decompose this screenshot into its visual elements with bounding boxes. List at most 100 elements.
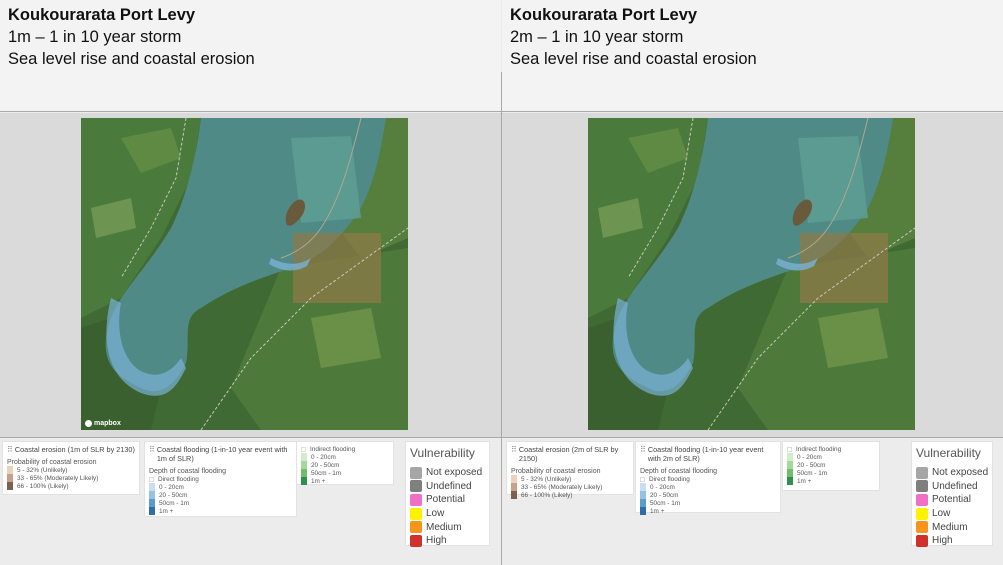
legend-swatch	[301, 469, 307, 477]
legend-swatch	[640, 491, 646, 499]
vulnerability-item: Low	[406, 507, 489, 521]
legend-item-label: 50cm - 1m	[159, 499, 190, 507]
legend-subtitle: Probability of coastal erosion	[511, 468, 601, 475]
map-view[interactable]: mapbox	[81, 118, 408, 430]
legend-item: 66 - 100% (Likely)	[511, 491, 629, 499]
legend-item: 20 - 50cm	[787, 461, 875, 469]
satellite-map	[588, 118, 915, 430]
vulnerability-item: High	[406, 534, 489, 548]
legend-subtitle: Probability of coastal erosion	[7, 459, 97, 466]
vulnerability-label: Medium	[932, 521, 968, 533]
vulnerability-item: Undefined	[912, 480, 992, 494]
satellite-map	[81, 118, 408, 430]
vulnerability-swatch	[410, 466, 422, 479]
drag-handle-icon[interactable]: ⠿	[149, 445, 155, 463]
legend-indirect-flooding: Indirect flooding 0 - 20cm 20 - 50cm 50cm …	[782, 441, 880, 491]
legend-title: Indirect flooding	[301, 445, 389, 453]
legend-swatch	[511, 475, 517, 483]
legend-swatch	[511, 491, 517, 499]
map-view[interactable]	[588, 118, 915, 430]
legend-item: 1m +	[787, 477, 875, 485]
legend-subtitle: Depth of coastal flooding	[149, 468, 227, 475]
legend-coastal-erosion: ⠿ Coastal erosion (2m of SLR by 2150) Pro…	[506, 441, 634, 499]
drag-handle-icon[interactable]: ⠿	[7, 445, 13, 454]
legend-swatch	[301, 453, 307, 461]
legend-swatch	[149, 483, 155, 491]
legend-swatch	[640, 507, 646, 515]
vulnerability-swatch	[916, 521, 928, 534]
legend-item-label: 20 - 50cm	[311, 461, 340, 469]
vulnerability-label: Medium	[426, 521, 462, 533]
vulnerability-swatch	[410, 521, 422, 534]
legend-item: 0 - 20cm	[301, 453, 389, 461]
scenario-description: Sea level rise and coastal erosion	[8, 50, 255, 68]
legend-coastal-flooding: ⠿ Coastal flooding (1-in-10 year event wi…	[144, 441, 297, 517]
legend-item-label: 5 - 32% (Unlikely)	[521, 475, 572, 483]
legend-swatch	[787, 469, 793, 477]
legend-coastal-erosion: ⠿ Coastal erosion (1m of SLR by 2130) Pro…	[2, 441, 140, 495]
mapbox-attribution[interactable]: mapbox	[85, 420, 121, 427]
legend-item-label: 1m +	[311, 477, 326, 485]
scenario-line: 1m – 1 in 10 year storm	[8, 28, 182, 46]
legend-swatch	[511, 483, 517, 491]
legend-item-label: 1m +	[650, 507, 665, 515]
vulnerability-label: Not exposed	[426, 467, 483, 479]
legend-item: 20 - 50cm	[149, 491, 292, 499]
vulnerability-swatch	[916, 534, 928, 547]
vulnerability-label: Undefined	[426, 480, 472, 492]
legend-item-label: 0 - 20cm	[797, 453, 822, 461]
legend-swatch	[149, 499, 155, 507]
vulnerability-swatch	[916, 480, 928, 493]
legend-vulnerability: Vulnerability Not exposed Undefined Potent…	[911, 441, 993, 547]
vulnerability-item: Potential	[406, 493, 489, 507]
legend-item: 33 - 65% (Moderately Likely)	[7, 474, 135, 482]
legend-title: Coastal flooding (1-in-10 year event wit…	[156, 445, 288, 463]
legend-swatch	[787, 477, 793, 485]
legend-item-label: 1m +	[797, 477, 812, 485]
vulnerability-item: Undefined	[406, 480, 489, 494]
legend-swatch	[301, 461, 307, 469]
panel-1m-scenario: Koukourarata Port Levy 1m – 1 in 10 year…	[0, 0, 501, 565]
scenario-line: 2m – 1 in 10 year storm	[510, 28, 684, 46]
vulnerability-swatch	[916, 493, 928, 506]
legend-title: Coastal flooding (1-in-10 year event wit…	[647, 445, 764, 463]
legend-area: ⠿ Coastal erosion (2m of SLR by 2150) Pro…	[502, 437, 1003, 565]
legend-item: 50cm - 1m	[787, 469, 875, 477]
mapbox-label: mapbox	[94, 420, 121, 427]
legend-indirect-flooding: Indirect flooding 0 - 20cm 20 - 50cm 50cm …	[296, 441, 394, 485]
legend-item-label: 50cm - 1m	[797, 469, 828, 477]
legend-item-label: 66 - 100% (Likely)	[521, 491, 573, 499]
vulnerability-item: Low	[912, 507, 992, 521]
vulnerability-label: Potential	[426, 494, 465, 506]
legend-item-label: 0 - 20cm	[650, 483, 675, 491]
vulnerability-label: Not exposed	[932, 467, 989, 479]
legend-swatch	[7, 482, 13, 490]
legend-area: ⠿ Coastal erosion (1m of SLR by 2130) Pro…	[0, 437, 501, 565]
panel-title: Koukourarata Port Levy	[8, 6, 196, 24]
drag-handle-icon[interactable]: ⠿	[640, 445, 646, 463]
panel-2m-scenario: Koukourarata Port Levy 2m – 1 in 10 year…	[502, 0, 1003, 565]
vulnerability-title: Vulnerability	[410, 446, 475, 460]
drag-handle-icon[interactable]: ⠿	[511, 445, 517, 463]
vulnerability-label: Low	[426, 508, 445, 520]
vulnerability-label: High	[426, 535, 447, 547]
legend-title: Coastal erosion (1m of SLR by 2130)	[14, 445, 135, 454]
page: Koukourarata Port Levy 1m – 1 in 10 year…	[0, 0, 1003, 565]
legend-item-label: 33 - 65% (Moderately Likely)	[521, 483, 603, 491]
vulnerability-item: Not exposed	[912, 466, 992, 480]
legend-item-label: 50cm - 1m	[311, 469, 342, 477]
legend-item-label: 66 - 100% (Likely)	[17, 482, 69, 490]
mapbox-logo-icon	[85, 420, 92, 427]
vulnerability-swatch	[916, 466, 928, 479]
vulnerability-label: Undefined	[932, 480, 978, 492]
legend-swatch	[7, 466, 13, 474]
vulnerability-title: Vulnerability	[916, 446, 981, 460]
vulnerability-swatch	[410, 480, 422, 493]
legend-coastal-flooding: ⠿ Coastal flooding (1-in-10 year event wi…	[635, 441, 781, 515]
legend-swatch	[787, 461, 793, 469]
map-area: mapbox	[0, 113, 501, 437]
legend-item-label: 50cm - 1m	[650, 499, 681, 507]
legend-swatch	[149, 507, 155, 515]
legend-group-label: Direct flooding	[149, 475, 292, 483]
map-area	[502, 113, 1003, 437]
